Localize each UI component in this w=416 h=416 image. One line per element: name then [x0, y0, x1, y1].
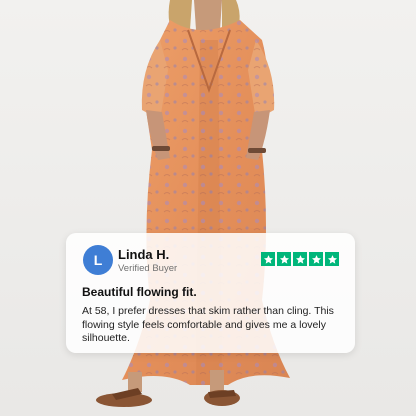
star-icon [309, 252, 323, 266]
model-in-dress-illustration [0, 0, 416, 416]
review-header: L Linda H. Verified Buyer [82, 245, 339, 281]
avatar: L [83, 245, 113, 275]
review-card: L Linda H. Verified Buyer Beautiful flow… [66, 233, 355, 353]
star-icon [261, 252, 275, 266]
verified-buyer-badge: Verified Buyer [118, 263, 178, 274]
star-icon [277, 252, 291, 266]
product-photo [0, 0, 416, 416]
review-body: At 58, I prefer dresses that skim rather… [82, 305, 334, 344]
reviewer-name: Linda H. [118, 247, 170, 262]
star-rating [261, 252, 339, 266]
review-title: Beautiful flowing fit. [82, 285, 197, 299]
star-icon [293, 252, 307, 266]
star-icon [325, 252, 339, 266]
